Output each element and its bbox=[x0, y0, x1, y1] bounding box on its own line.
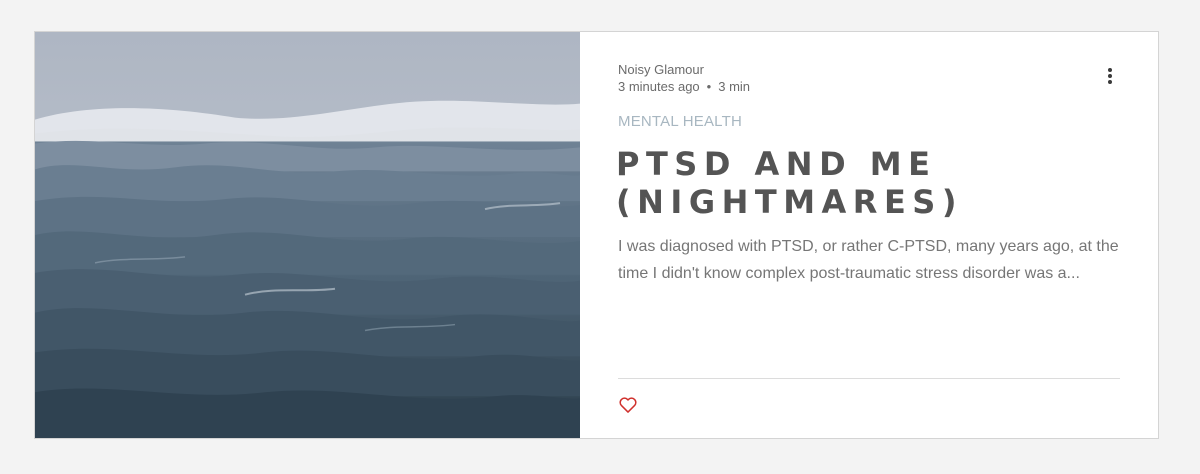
read-time: 3 min bbox=[718, 79, 751, 94]
more-options-dot bbox=[1108, 80, 1112, 84]
post-excerpt[interactable]: I was diagnosed with PTSD, or rather C-P… bbox=[618, 233, 1128, 287]
meta-separator: • bbox=[706, 79, 712, 94]
post-meta: Noisy Glamour 3 minutes ago • 3 min bbox=[618, 61, 750, 95]
like-button[interactable] bbox=[618, 395, 638, 415]
more-options-button[interactable] bbox=[1100, 66, 1120, 86]
post-info: 3 minutes ago • 3 min bbox=[618, 78, 750, 95]
post-title[interactable]: PTSD AND ME (NIGHTMARES) bbox=[616, 145, 1036, 221]
post-time: 3 minutes ago bbox=[618, 79, 700, 94]
post-card[interactable]: Noisy Glamour 3 minutes ago • 3 min MENTAL… bbox=[34, 31, 1159, 439]
more-options-dot bbox=[1108, 74, 1112, 78]
category-link[interactable]: MENTAL HEALTH bbox=[618, 113, 742, 130]
divider bbox=[618, 378, 1120, 379]
more-options-icon bbox=[1108, 68, 1112, 72]
post-content: Noisy Glamour 3 minutes ago • 3 min MENTAL… bbox=[580, 32, 1158, 438]
author-name[interactable]: Noisy Glamour bbox=[618, 61, 750, 78]
stormy-sea-image bbox=[35, 32, 580, 438]
cover-image[interactable] bbox=[35, 32, 580, 438]
heart-icon bbox=[619, 397, 637, 413]
